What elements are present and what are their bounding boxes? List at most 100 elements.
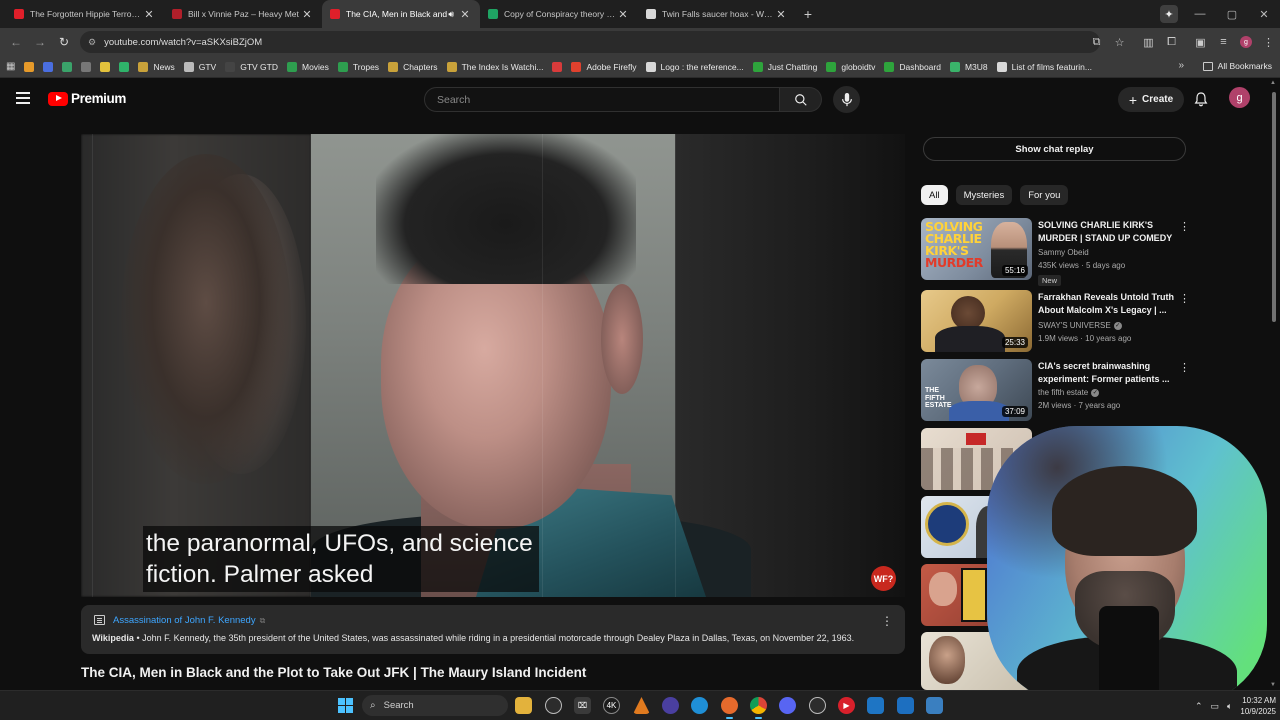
chrome-menu-icon[interactable]: ⋮ bbox=[1257, 30, 1280, 54]
all-bookmarks-button[interactable]: All Bookmarks bbox=[1202, 61, 1272, 71]
taskbar-search[interactable]: ⌕ Search bbox=[362, 695, 508, 716]
bookmark-item[interactable]: Just Chatting bbox=[752, 61, 817, 72]
voice-search-button[interactable] bbox=[833, 86, 860, 113]
app-icon[interactable] bbox=[926, 697, 943, 714]
account-avatar[interactable]: g bbox=[1229, 87, 1250, 108]
bookmark-item[interactable] bbox=[119, 61, 130, 72]
bookmark-item[interactable]: Dashboard bbox=[884, 61, 941, 72]
forward-icon[interactable]: → bbox=[28, 30, 52, 54]
app-icon[interactable] bbox=[545, 697, 562, 714]
more-bookmarks-icon[interactable]: » bbox=[1178, 60, 1184, 71]
media-player-icon[interactable]: ▶ bbox=[838, 697, 855, 714]
video-thumbnail[interactable]: SOLVING CHARLIE KIRK'S MURDER 55:16 bbox=[921, 218, 1032, 280]
bookmark-item[interactable] bbox=[24, 61, 35, 72]
bookmark-item[interactable]: Chapters bbox=[388, 61, 438, 72]
cast-icon[interactable]: ⧉ bbox=[1085, 30, 1108, 54]
volume-icon[interactable]: 🔈︎ bbox=[1227, 701, 1232, 712]
recommendation-item[interactable]: THE FIFTH ESTATE 37:09 CIA's secret brai… bbox=[921, 359, 1201, 421]
app-icon[interactable]: ⌧ bbox=[574, 697, 591, 714]
guide-menu-icon[interactable] bbox=[16, 92, 30, 104]
bookmark-item[interactable]: News bbox=[138, 61, 175, 72]
tab-close-icon[interactable]: ✕ bbox=[616, 8, 630, 21]
bookmark-item[interactable] bbox=[62, 61, 73, 72]
channel-watermark[interactable]: WF? bbox=[871, 566, 896, 591]
video-thumbnail[interactable]: 25:33 bbox=[921, 290, 1032, 352]
browser-tab[interactable]: Bill x Vinnie Paz – Heavy Met ✕ bbox=[164, 0, 322, 28]
chrome-icon[interactable] bbox=[750, 697, 767, 719]
channel-name[interactable]: SWAY'S UNIVERSE ✓ bbox=[1038, 321, 1122, 330]
extensions-icon[interactable]: ⧠ bbox=[1160, 30, 1183, 54]
maximize-icon[interactable]: ▢ bbox=[1216, 0, 1248, 28]
create-button[interactable]: + Create bbox=[1118, 87, 1184, 112]
address-bar[interactable]: ⚙ youtube.com/watch?v=aSKXsiBZjOM bbox=[80, 31, 1100, 53]
bookmark-item[interactable]: M3U8 bbox=[949, 61, 988, 72]
browser-tab[interactable]: Twin Falls saucer hoax - Wikipe ✕ bbox=[638, 0, 796, 28]
tab-search-icon[interactable]: ≡ bbox=[1212, 30, 1235, 54]
scrollbar-thumb[interactable] bbox=[1272, 92, 1276, 322]
close-window-icon[interactable]: ✕ bbox=[1248, 0, 1280, 28]
scroll-down-icon[interactable]: ▼ bbox=[1270, 682, 1276, 688]
profile-avatar[interactable]: g bbox=[1240, 36, 1252, 48]
show-chat-replay-button[interactable]: Show chat replay bbox=[923, 137, 1186, 161]
chip-all[interactable]: All bbox=[921, 185, 948, 205]
browser-tab[interactable]: The CIA, Men in Black and 🔊︎ ✕ bbox=[322, 0, 480, 28]
side-panel-icon[interactable]: ▣ bbox=[1189, 30, 1212, 54]
bookmark-item[interactable]: Tropes bbox=[337, 61, 379, 72]
tab-close-icon[interactable]: ✕ bbox=[300, 8, 314, 21]
page-scrollbar[interactable]: ▲ ▼ bbox=[1270, 80, 1278, 688]
bookmark-item[interactable] bbox=[43, 61, 54, 72]
site-info-icon[interactable]: ⚙ bbox=[88, 37, 96, 48]
discord-icon[interactable] bbox=[779, 697, 796, 714]
bookmark-star-icon[interactable]: ☆ bbox=[1108, 30, 1131, 54]
channel-name[interactable]: Sammy Obeid bbox=[1038, 248, 1089, 257]
minimize-icon[interactable]: — bbox=[1184, 0, 1216, 28]
bookmark-item[interactable] bbox=[552, 61, 563, 72]
app-icon[interactable] bbox=[662, 697, 679, 714]
info-panel-topic-link[interactable]: Assassination of John F. Kennedy ⧉ bbox=[113, 615, 265, 626]
scroll-up-icon[interactable]: ▲ bbox=[1270, 80, 1276, 86]
reading-mode-icon[interactable]: ▥ bbox=[1137, 30, 1160, 54]
vlc-icon[interactable] bbox=[633, 697, 650, 714]
back-icon[interactable]: ← bbox=[4, 30, 28, 54]
recommendation-item[interactable]: 25:33 Farrakhan Reveals Untold Truth Abo… bbox=[921, 290, 1201, 352]
recommendation-item[interactable]: SOLVING CHARLIE KIRK'S MURDER 55:16 SOLV… bbox=[921, 218, 1201, 286]
apps-grid-icon[interactable]: ▦ bbox=[6, 61, 15, 72]
recommendation-title[interactable]: Farrakhan Reveals Untold Truth About Mal… bbox=[1038, 291, 1178, 316]
bookmark-item[interactable]: GTV GTD bbox=[225, 61, 278, 72]
notifications-bell-icon[interactable] bbox=[1193, 91, 1209, 107]
video-player[interactable]: the paranormal, UFOs, and science fictio… bbox=[81, 134, 905, 597]
chrome-ai-icon[interactable]: ✦ bbox=[1160, 5, 1178, 23]
channel-name[interactable]: the fifth estate ✓ bbox=[1038, 388, 1100, 397]
taskbar-clock[interactable]: 10:32 AM 10/9/2025 bbox=[1240, 695, 1276, 717]
youtube-premium-logo[interactable]: Premium bbox=[48, 91, 126, 106]
chip-for-you[interactable]: For you bbox=[1020, 185, 1069, 205]
chip-mysteries[interactable]: Mysteries bbox=[955, 185, 1013, 205]
info-panel-menu-icon[interactable]: ⋮ bbox=[881, 614, 893, 628]
obs-icon[interactable] bbox=[809, 697, 826, 714]
video-thumbnail[interactable]: THE FIFTH ESTATE 37:09 bbox=[921, 359, 1032, 421]
bookmark-item[interactable]: Adobe Firefly bbox=[571, 61, 637, 72]
bookmark-item[interactable]: The Index Is Watchi... bbox=[446, 61, 543, 72]
browser-tab[interactable]: The Forgotten Hippie Terror Cu ✕ bbox=[6, 0, 164, 28]
vscode-icon[interactable] bbox=[867, 697, 884, 714]
tab-close-icon[interactable]: ✕ bbox=[142, 8, 156, 21]
bookmark-item[interactable]: Movies bbox=[286, 61, 329, 72]
edge-icon[interactable] bbox=[691, 697, 708, 714]
tab-close-icon[interactable]: ✕ bbox=[774, 8, 788, 21]
tray-overflow-icon[interactable]: ⌃ bbox=[1195, 701, 1203, 712]
bookmark-item[interactable] bbox=[81, 61, 92, 72]
network-icon[interactable]: ▭ bbox=[1210, 701, 1219, 712]
app-icon[interactable]: 4K bbox=[603, 697, 620, 714]
new-tab-button[interactable]: + bbox=[796, 0, 820, 28]
tab-close-icon[interactable]: ✕ bbox=[458, 8, 472, 21]
recommendation-menu-icon[interactable]: ⋮ bbox=[1179, 220, 1190, 233]
bookmark-item[interactable]: GTV bbox=[183, 61, 216, 72]
search-button[interactable] bbox=[780, 87, 822, 112]
browser-tab[interactable]: Copy of Conspiracy theory / tro ✕ bbox=[480, 0, 638, 28]
file-explorer-icon[interactable] bbox=[515, 697, 532, 714]
tab-audio-icon[interactable]: 🔊︎ bbox=[448, 9, 454, 20]
bookmark-item[interactable]: globoidtv bbox=[826, 61, 875, 72]
search-input[interactable]: Search bbox=[424, 87, 780, 112]
recommendation-title[interactable]: SOLVING CHARLIE KIRK'S MURDER | STAND UP… bbox=[1038, 219, 1178, 244]
bookmark-item[interactable]: Logo : the reference... bbox=[645, 61, 744, 72]
